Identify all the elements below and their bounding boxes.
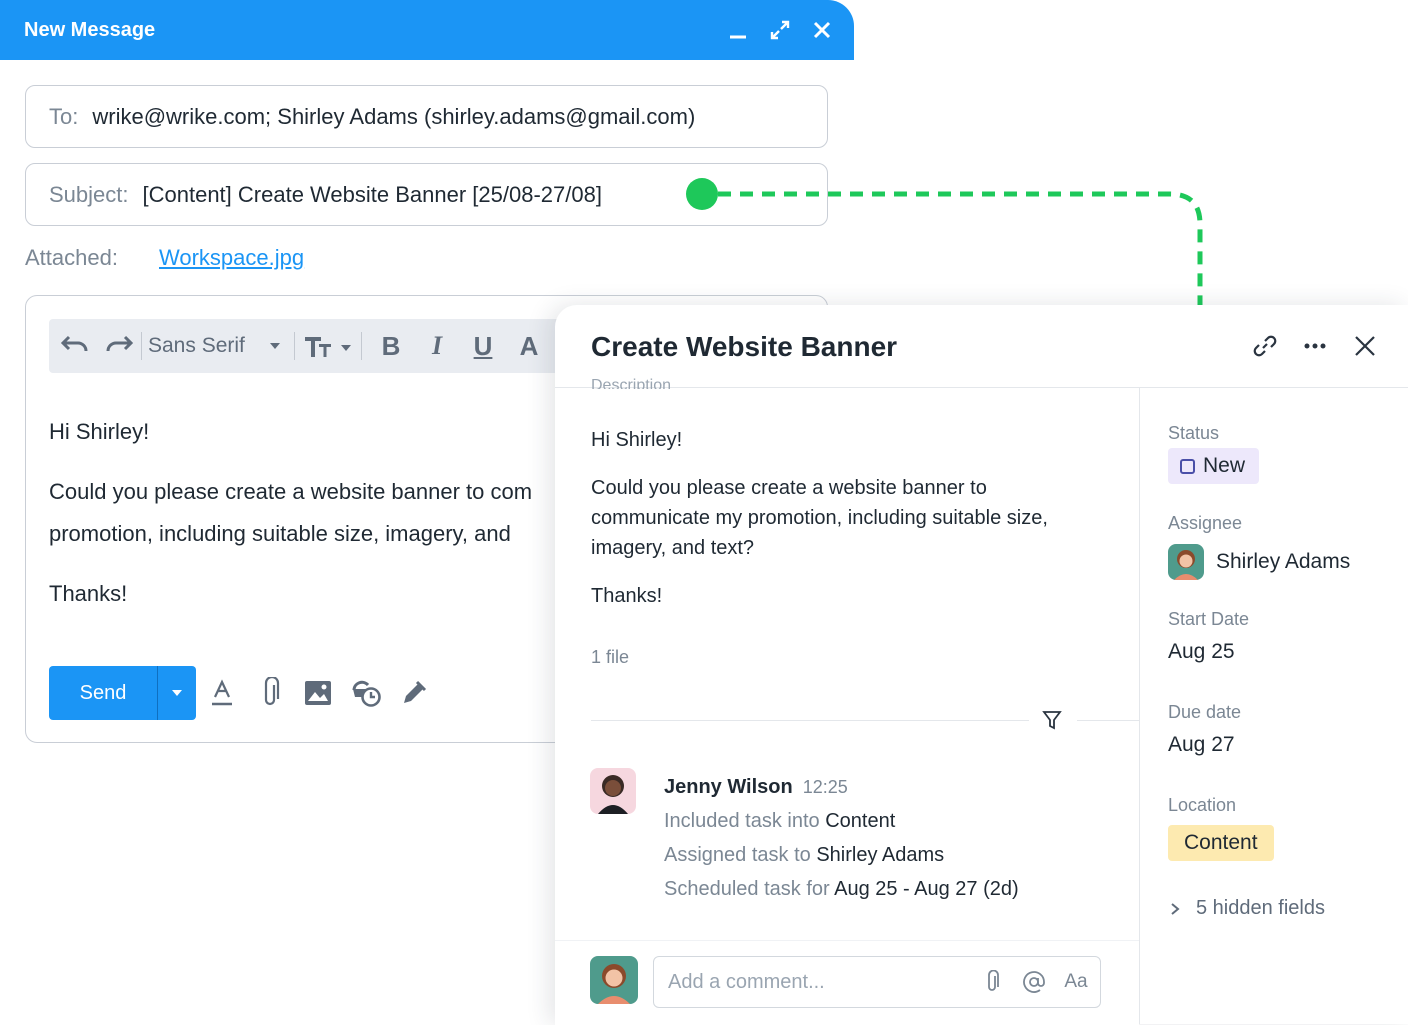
attach-icon[interactable] xyxy=(980,970,1004,994)
window-controls xyxy=(726,18,834,42)
activity-user[interactable]: Jenny Wilson xyxy=(664,776,793,798)
underline-icon[interactable]: U xyxy=(460,331,506,362)
activity-action: Included task into xyxy=(664,810,820,832)
close-icon[interactable] xyxy=(810,18,834,42)
comment-area: Aa xyxy=(555,940,1139,1025)
avatar xyxy=(1168,544,1204,580)
activity-time: 12:25 xyxy=(802,777,848,797)
italic-icon[interactable]: I xyxy=(414,331,460,361)
activity-line: Included task into Content xyxy=(664,804,1019,838)
file-count-link[interactable]: 1 file xyxy=(591,647,629,668)
font-select[interactable]: Sans Serif xyxy=(148,334,288,358)
to-label: To: xyxy=(49,103,79,129)
formatting-toolbar: Sans Serif B I U A xyxy=(49,319,609,373)
due-date-value[interactable]: Aug 27 xyxy=(1168,733,1235,757)
activity-action: Assigned task to xyxy=(664,844,811,866)
activity-target[interactable]: Content xyxy=(825,810,895,832)
bold-icon[interactable]: B xyxy=(368,331,414,362)
activity-target: Aug 25 - Aug 27 (2d) xyxy=(834,878,1019,900)
toolbar-separator xyxy=(294,332,295,360)
assignee-field[interactable]: Shirley Adams xyxy=(1168,544,1350,580)
subject-field[interactable]: Subject: [Content] Create Website Banner… xyxy=(25,163,828,226)
caret-down-icon xyxy=(172,690,182,696)
attachment-link[interactable]: Workspace.jpg xyxy=(159,245,304,271)
assignee-value: Shirley Adams xyxy=(1216,550,1351,573)
activity-entry: Jenny Wilson 12:25 Included task into Con… xyxy=(664,770,1019,906)
redo-icon[interactable] xyxy=(103,330,135,362)
assignee-label: Assignee xyxy=(1168,513,1243,533)
activity-divider xyxy=(591,720,1029,721)
filter-icon[interactable] xyxy=(1041,709,1063,731)
email-signoff: Thanks! xyxy=(49,581,128,606)
close-icon[interactable] xyxy=(1352,333,1378,359)
expand-icon[interactable] xyxy=(768,18,792,42)
mention-icon[interactable] xyxy=(1022,970,1046,994)
activity-target[interactable]: Shirley Adams xyxy=(816,844,944,866)
attach-icon[interactable] xyxy=(254,676,286,710)
location-badge[interactable]: Content xyxy=(1168,825,1274,861)
activity-line: Scheduled task for Aug 25 - Aug 27 (2d) xyxy=(664,872,1019,906)
more-options-icon[interactable] xyxy=(1302,333,1328,359)
task-header: Create Website Banner xyxy=(555,305,1408,388)
text-size-icon[interactable] xyxy=(301,330,355,362)
avatar[interactable] xyxy=(590,768,636,814)
status-label: Status xyxy=(1168,423,1220,443)
description-signoff: Thanks! xyxy=(591,585,663,607)
schedule-send-icon[interactable] xyxy=(350,676,382,710)
task-panel: Create Website Banner Description Hi Shi… xyxy=(555,305,1408,1025)
subject-value[interactable]: [Content] Create Website Banner [25/08-2… xyxy=(143,182,602,208)
status-checkbox-icon xyxy=(1180,458,1195,474)
text-format-icon[interactable]: Aa xyxy=(1064,970,1088,994)
task-description[interactable]: Hi Shirley! Could you please create a we… xyxy=(591,425,1111,629)
subject-label: Subject: xyxy=(49,181,129,207)
compose-header: New Message xyxy=(0,0,854,60)
format-text-icon[interactable] xyxy=(206,676,238,710)
send-button[interactable]: Send xyxy=(49,666,157,720)
start-date-label: Start Date xyxy=(1168,609,1250,629)
hidden-fields-toggle[interactable]: 5 hidden fields xyxy=(1170,897,1325,920)
compose-actions xyxy=(206,676,430,710)
attachment-row: Attached: Workspace.jpg xyxy=(25,245,304,271)
toolbar-separator xyxy=(141,332,142,360)
to-value[interactable]: wrike@wrike.com; Shirley Adams (shirley.… xyxy=(92,104,695,130)
to-field[interactable]: To: wrike@wrike.com; Shirley Adams (shir… xyxy=(25,85,828,148)
avatar xyxy=(590,956,638,1004)
email-body-text[interactable]: Hi Shirley! Could you please create a we… xyxy=(49,411,532,615)
description-label: Description xyxy=(591,377,672,389)
status-value: New xyxy=(1203,454,1246,477)
task-title[interactable]: Create Website Banner xyxy=(591,331,897,363)
compose-title: New Message xyxy=(24,18,156,41)
attached-label: Attached: xyxy=(25,245,118,270)
description-text: Could you please create a website banner… xyxy=(591,477,1048,559)
activity-divider xyxy=(1077,720,1139,721)
start-date-value[interactable]: Aug 25 xyxy=(1168,640,1235,664)
comment-tools: Aa xyxy=(980,970,1088,994)
send-group: Send xyxy=(49,666,196,720)
chevron-right-icon xyxy=(1171,902,1180,915)
link-icon[interactable] xyxy=(1252,333,1278,359)
email-greeting: Hi Shirley! xyxy=(49,419,150,444)
email-line-2: promotion, including suitable size, imag… xyxy=(49,521,511,546)
hidden-fields-label: 5 hidden fields xyxy=(1196,897,1325,919)
status-badge[interactable]: New xyxy=(1168,448,1260,484)
minimize-icon[interactable] xyxy=(726,18,750,42)
activity-action: Scheduled task for xyxy=(664,878,830,900)
insert-image-icon[interactable] xyxy=(302,676,334,710)
task-fields-sidebar: Status New Assignee Shirley Adams Start … xyxy=(1139,387,1408,1024)
description-greeting: Hi Shirley! xyxy=(591,429,683,451)
location-label: Location xyxy=(1168,795,1237,815)
task-header-actions xyxy=(1252,333,1378,359)
comment-box[interactable]: Aa xyxy=(653,956,1101,1008)
due-date-label: Due date xyxy=(1168,702,1242,722)
chevron-down-icon xyxy=(269,343,280,349)
send-options-button[interactable] xyxy=(157,666,196,720)
font-select-value: Sans Serif xyxy=(148,334,245,357)
signature-pen-icon[interactable] xyxy=(398,676,430,710)
undo-icon[interactable] xyxy=(59,330,91,362)
activity-line: Assigned task to Shirley Adams xyxy=(664,838,1019,872)
email-line-1: Could you please create a website banner… xyxy=(49,479,533,504)
text-color-icon[interactable]: A xyxy=(506,331,552,362)
toolbar-separator xyxy=(361,332,362,360)
comment-input[interactable] xyxy=(666,969,960,995)
